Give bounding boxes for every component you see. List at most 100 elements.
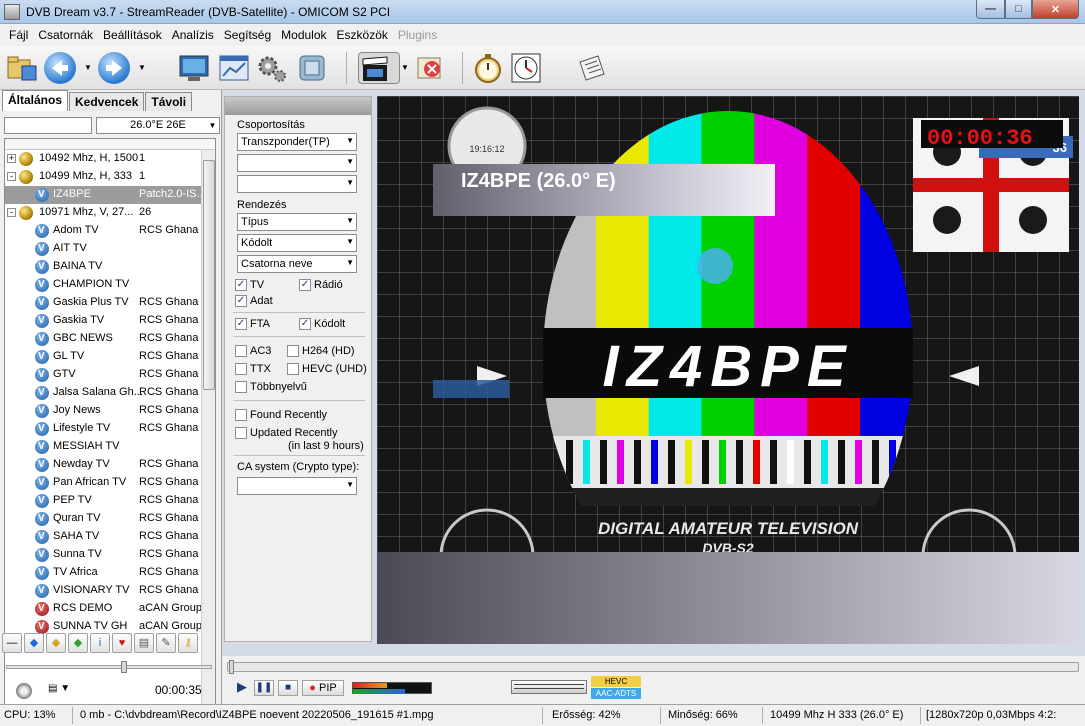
- checkbox-h264[interactable]: H264 (HD): [287, 345, 355, 357]
- back-icon[interactable]: [44, 52, 76, 84]
- checkbox-fta[interactable]: ✓ FTA: [235, 318, 270, 330]
- channel-row[interactable]: BAINA TV: [5, 258, 215, 276]
- settings-icon[interactable]: [296, 52, 328, 84]
- menu-file[interactable]: Fájl: [4, 28, 33, 42]
- menu-settings[interactable]: Beállítások: [98, 28, 167, 42]
- channel-row[interactable]: Gaskia TV RCS Ghana: [5, 312, 215, 330]
- channel-row[interactable]: Quran TV RCS Ghana: [5, 510, 215, 528]
- scan-icon[interactable]: ▤: [134, 633, 154, 653]
- channel-row[interactable]: TV Africa RCS Ghana: [5, 564, 215, 582]
- menu-help[interactable]: Segítség: [219, 28, 276, 42]
- minimize-button[interactable]: —: [976, 0, 1005, 19]
- search-input[interactable]: [4, 117, 92, 134]
- channel-row[interactable]: VISIONARY TV RCS Ghana: [5, 582, 215, 600]
- checkbox-coded[interactable]: ✓ Kódolt: [299, 318, 345, 330]
- expand-icon[interactable]: +: [7, 154, 16, 163]
- clapperboard-dropdown-icon[interactable]: ▼: [401, 64, 409, 72]
- stopwatch-icon[interactable]: [472, 52, 504, 84]
- warning-icon[interactable]: ◆: [46, 633, 66, 653]
- channel-row[interactable]: MESSIAH TV: [5, 438, 215, 456]
- stop-record-icon[interactable]: [414, 52, 446, 84]
- checkbox-ac3[interactable]: AC3: [235, 345, 271, 357]
- checkbox-radio[interactable]: ✓ Rádió: [299, 279, 343, 291]
- info-icon[interactable]: ◆: [24, 633, 44, 653]
- gear-icon[interactable]: [256, 52, 288, 84]
- channel-row[interactable]: Lifestyle TV RCS Ghana: [5, 420, 215, 438]
- folder-icon[interactable]: [6, 52, 38, 84]
- maximize-button[interactable]: □: [1005, 0, 1032, 19]
- channel-row[interactable]: Adom TV RCS Ghana: [5, 222, 215, 240]
- tab-remote[interactable]: Távoli: [145, 92, 193, 111]
- tree-scrollbar[interactable]: [201, 150, 215, 713]
- checkbox-found-recently[interactable]: Found Recently: [235, 409, 327, 421]
- tab-general[interactable]: Általános: [2, 90, 69, 111]
- channel-row[interactable]: SAHA TV RCS Ghana: [5, 528, 215, 546]
- channel-row[interactable]: Pan African TV RCS Ghana: [5, 474, 215, 492]
- checkbox-updated-recently[interactable]: Updated Recently: [235, 427, 337, 439]
- menu-tools[interactable]: Eszközök: [332, 28, 393, 42]
- window-icon[interactable]: [218, 52, 250, 84]
- collapse-icon[interactable]: -: [7, 172, 16, 181]
- close-button[interactable]: ✕: [1032, 0, 1079, 19]
- channel-row[interactable]: Joy News RCS Ghana: [5, 402, 215, 420]
- volume-track[interactable]: [6, 661, 212, 673]
- grouping-select-2[interactable]: ▼: [237, 154, 357, 172]
- ca-system-select[interactable]: ▼: [237, 477, 357, 495]
- channel-row[interactable]: RCS DEMO aCAN Group: [5, 600, 215, 618]
- tab-favorites[interactable]: Kedvencek: [69, 92, 145, 111]
- collapse-icon[interactable]: -: [7, 208, 16, 217]
- newspaper-icon[interactable]: [576, 52, 608, 84]
- transponder-row[interactable]: +10492 Mhz, H, 1500 1: [5, 150, 215, 168]
- channel-row[interactable]: IZ4BPE Patch2.0-IS...: [5, 186, 215, 204]
- channel-row[interactable]: Newday TV RCS Ghana: [5, 456, 215, 474]
- channel-row[interactable]: GBC NEWS RCS Ghana: [5, 330, 215, 348]
- audio-icon[interactable]: [16, 683, 32, 699]
- channel-row[interactable]: Jalsa Salana Gh...RCS Ghana: [5, 384, 215, 402]
- checkbox-multilang[interactable]: Többnyelvű: [235, 381, 307, 393]
- back-dropdown-icon[interactable]: ▼: [84, 64, 92, 72]
- forward-dropdown-icon[interactable]: ▼: [138, 64, 146, 72]
- channel-row[interactable]: PEP TV RCS Ghana: [5, 492, 215, 510]
- checkbox-ttx[interactable]: TTX: [235, 363, 271, 375]
- seek-bar[interactable]: [227, 660, 1079, 674]
- sort-select-coded[interactable]: Kódolt ▼: [237, 234, 357, 252]
- play-icon[interactable]: ▶: [232, 680, 252, 696]
- key-icon[interactable]: ⚷: [178, 633, 198, 653]
- checkbox-hevc[interactable]: HEVC (UHD): [287, 363, 367, 375]
- checkbox-data[interactable]: ✓ Adat: [235, 295, 273, 307]
- tag-icon[interactable]: ◆: [68, 633, 88, 653]
- channel-row[interactable]: Gaskia Plus TV RCS Ghana: [5, 294, 215, 312]
- channel-row[interactable]: GTV RCS Ghana: [5, 366, 215, 384]
- grouping-select-3[interactable]: ▼: [237, 175, 357, 193]
- volume-thumb[interactable]: [121, 661, 127, 673]
- transponder-row[interactable]: - 10499 Mhz, H, 333 1: [5, 168, 215, 186]
- stop-icon[interactable]: ■: [278, 680, 298, 696]
- channel-row[interactable]: GL TV RCS Ghana: [5, 348, 215, 366]
- grouping-select[interactable]: Transzponder(TP) ▼: [237, 133, 357, 151]
- heart-icon[interactable]: ♥: [112, 633, 132, 653]
- checkbox-tv[interactable]: ✓ TV: [235, 279, 264, 291]
- video-display[interactable]: IZ4BPE 19:16:12 DIGITAL AMATEUR TELEVISI…: [377, 96, 1079, 644]
- menu-analysis[interactable]: Analízis: [167, 28, 219, 42]
- pause-icon[interactable]: ❚❚: [254, 680, 274, 696]
- menu-channels[interactable]: Csatornák: [33, 28, 98, 42]
- sort-select-type[interactable]: Típus ▼: [237, 213, 357, 231]
- forward-icon[interactable]: [98, 52, 130, 84]
- edit-icon[interactable]: ✎: [156, 633, 176, 653]
- epg-clock-icon[interactable]: [510, 52, 542, 84]
- scroll-thumb[interactable]: [203, 160, 215, 390]
- transponder-row[interactable]: - 10971 Mhz, V, 27... 26: [5, 204, 215, 222]
- pip-button[interactable]: ● PIP: [302, 680, 344, 696]
- satellite-select[interactable]: 26.0°E 26E ▼: [96, 117, 220, 134]
- collapse-icon[interactable]: —: [2, 633, 22, 653]
- clapperboard-icon[interactable]: [358, 52, 400, 84]
- info-circle-icon[interactable]: i: [90, 633, 110, 653]
- seek-thumb[interactable]: [229, 660, 234, 674]
- menu-modules[interactable]: Modulok: [276, 28, 331, 42]
- channel-row[interactable]: CHAMPION TV: [5, 276, 215, 294]
- channel-row[interactable]: AIT TV: [5, 240, 215, 258]
- sort-select-name[interactable]: Csatorna neve ▼: [237, 255, 357, 273]
- monitor-icon[interactable]: [178, 52, 210, 84]
- channel-row[interactable]: Sunna TV RCS Ghana: [5, 546, 215, 564]
- display-mode-icon[interactable]: ▤ ▼: [48, 683, 74, 699]
